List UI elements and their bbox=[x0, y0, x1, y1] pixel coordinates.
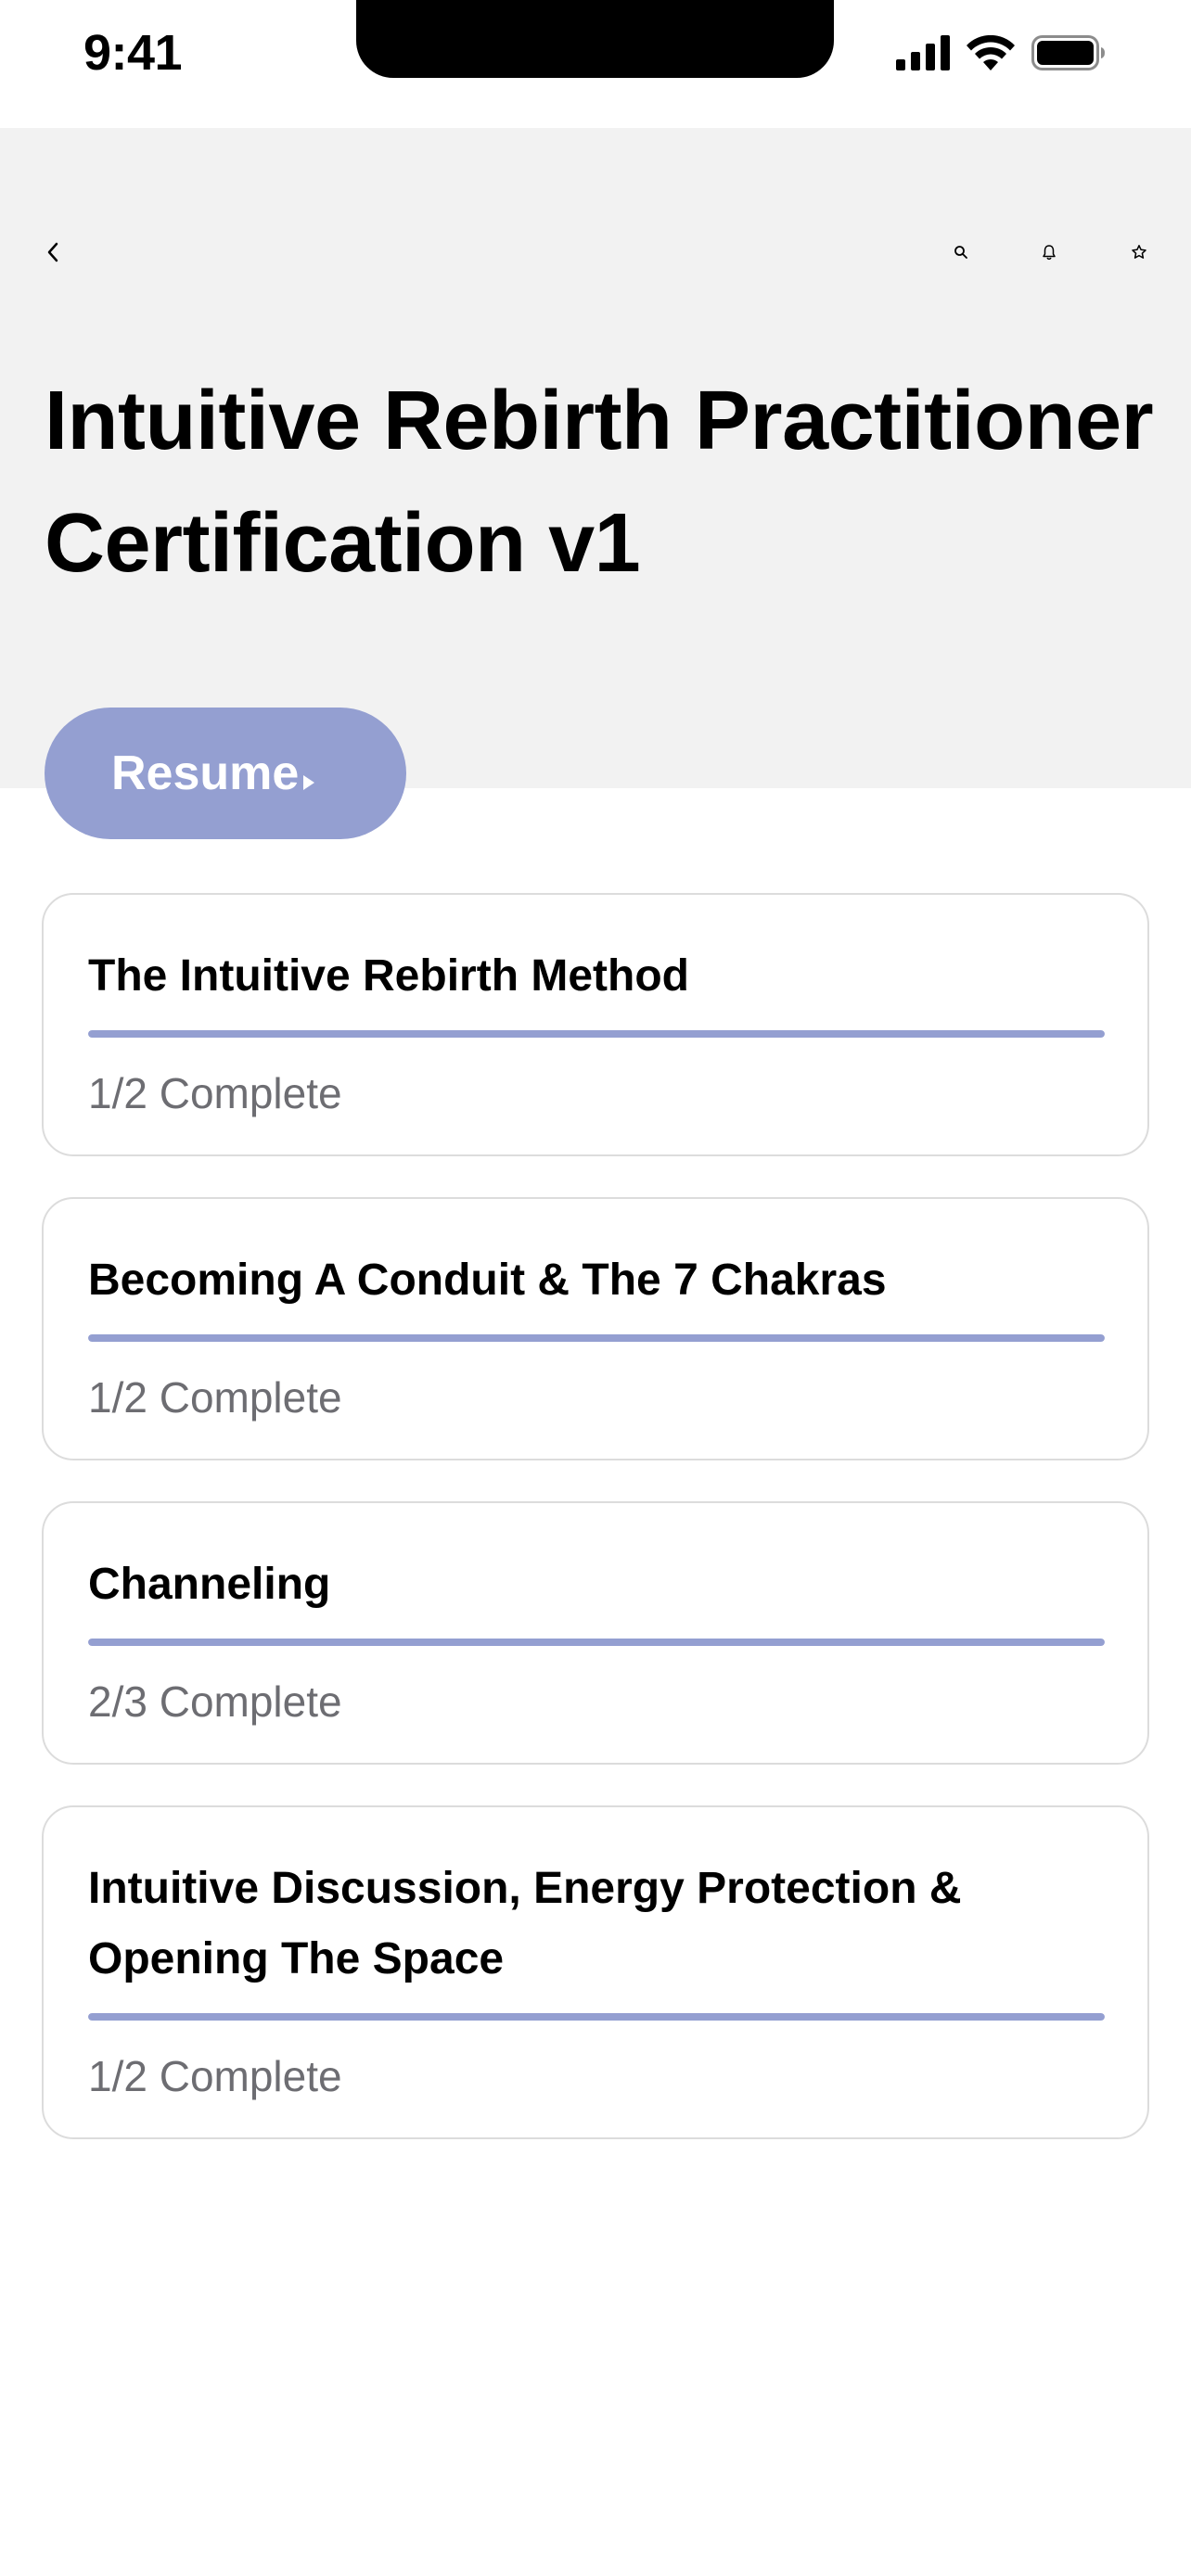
module-title: Becoming A Conduit & The 7 Chakras bbox=[88, 1256, 887, 1305]
resume-button[interactable]: Resume bbox=[45, 708, 406, 839]
module-progress-fill bbox=[88, 1639, 1105, 1646]
search-button[interactable] bbox=[946, 239, 976, 269]
search-icon bbox=[954, 245, 968, 264]
module-progress-text: 1/2 Complete bbox=[88, 1069, 342, 1117]
status-bar: 9:41 bbox=[0, 0, 1191, 128]
favorite-button[interactable] bbox=[1124, 239, 1154, 269]
module-card[interactable]: Channeling 2/3 Complete bbox=[42, 1501, 1149, 1765]
module-progress-text: 1/2 Complete bbox=[88, 2052, 342, 2100]
play-icon bbox=[302, 747, 315, 803]
course-header: Intuitive Rebirth Practitioner Certifica… bbox=[0, 128, 1191, 788]
notifications-button[interactable] bbox=[1034, 239, 1064, 269]
module-progress-fill bbox=[88, 2013, 1105, 2021]
module-title: Channeling bbox=[88, 1560, 331, 1609]
course-title: Intuitive Rebirth Practitioner Certifica… bbox=[45, 375, 1154, 590]
status-time: 9:41 bbox=[83, 25, 183, 81]
battery-icon bbox=[1031, 35, 1106, 70]
bell-icon bbox=[1042, 244, 1057, 265]
back-button[interactable] bbox=[39, 237, 67, 271]
module-progress-bar bbox=[88, 2013, 1105, 2021]
module-progress-text: 1/2 Complete bbox=[88, 1373, 342, 1422]
module-card[interactable]: The Intuitive Rebirth Method 1/2 Complet… bbox=[42, 893, 1149, 1156]
module-title: Intuitive Discussion, Energy Protection … bbox=[88, 1864, 962, 1983]
device-notch bbox=[356, 0, 834, 78]
chevron-left-icon bbox=[46, 242, 59, 267]
module-progress-bar bbox=[88, 1334, 1105, 1342]
resume-button-label: Resume bbox=[111, 746, 300, 800]
cellular-signal-icon bbox=[896, 35, 950, 70]
module-progress-bar bbox=[88, 1639, 1105, 1646]
module-progress-bar bbox=[88, 1030, 1105, 1038]
module-title: The Intuitive Rebirth Method bbox=[88, 951, 689, 1001]
star-icon bbox=[1131, 244, 1147, 265]
module-card[interactable]: Becoming A Conduit & The 7 Chakras 1/2 C… bbox=[42, 1197, 1149, 1460]
module-progress-text: 2/3 Complete bbox=[88, 1677, 342, 1726]
wifi-icon bbox=[967, 35, 1015, 70]
module-card[interactable]: Intuitive Discussion, Energy Protection … bbox=[42, 1805, 1149, 2139]
status-icons bbox=[896, 35, 1106, 70]
module-progress-fill bbox=[88, 1030, 1105, 1038]
module-progress-fill bbox=[88, 1334, 1105, 1342]
